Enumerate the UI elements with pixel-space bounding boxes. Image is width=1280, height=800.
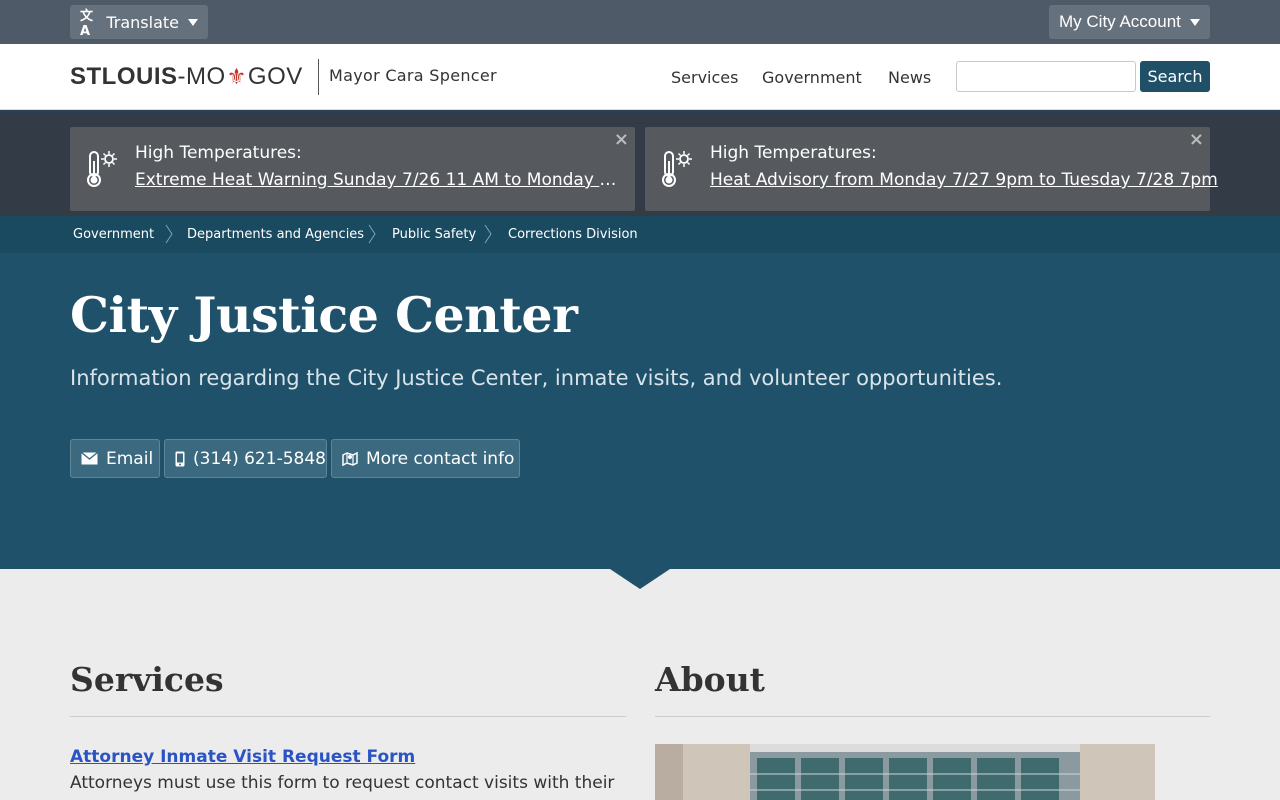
map-icon (342, 451, 358, 466)
email-label: Email (106, 448, 154, 469)
page-title: City Justice Center (70, 286, 578, 344)
alert-title: High Temperatures: (710, 143, 877, 163)
search-input[interactable] (956, 61, 1136, 92)
service-link[interactable]: Attorney Inmate Visit Request Form (70, 747, 415, 767)
close-icon[interactable]: × (614, 129, 629, 150)
caret-down-icon (188, 18, 198, 26)
caret-down-icon (1189, 18, 1200, 26)
alert-band: High Temperatures: Extreme Heat Warning … (0, 110, 1280, 216)
phone-button[interactable]: (314) 621-5848 (164, 439, 327, 478)
fleur-de-lis-icon: ⚜ (226, 64, 247, 89)
breadcrumb-item[interactable]: Public Safety (392, 227, 476, 242)
breadcrumb-item[interactable]: Corrections Division (508, 227, 638, 242)
about-heading: About (655, 660, 765, 699)
services-heading: Services (70, 660, 224, 699)
nav-government[interactable]: Government (762, 68, 862, 87)
more-contact-info-button[interactable]: More contact info (331, 439, 520, 478)
chevron-right-icon (165, 224, 173, 244)
search-button[interactable]: Search (1140, 61, 1210, 92)
account-label: My City Account (1059, 12, 1181, 31)
thermometer-icon (662, 151, 692, 187)
hero-notch (610, 569, 670, 589)
hero-section: City Justice Center Information regardin… (0, 253, 1280, 569)
nav-services[interactable]: Services (671, 68, 738, 87)
divider (70, 716, 626, 717)
envelope-icon (81, 452, 98, 465)
alert-card: High Temperatures: Heat Advisory from Mo… (645, 127, 1218, 211)
chevron-right-icon (484, 224, 492, 244)
page-subtitle: Information regarding the City Justice C… (70, 366, 1003, 390)
service-description: Attorneys must use this form to request … (70, 773, 615, 793)
site-logo[interactable]: STLOUIS -MO ⚜ GOV (70, 63, 303, 91)
chevron-right-icon (368, 224, 376, 244)
mayor-link[interactable]: Mayor Cara Spencer (329, 66, 497, 85)
divider (655, 716, 1210, 717)
phone-icon (175, 451, 185, 466)
phone-label: (314) 621-5848 (193, 448, 326, 469)
breadcrumb-item[interactable]: Departments and Agencies (187, 227, 364, 242)
logo-divider (318, 59, 319, 95)
translate-button[interactable]: 文A Translate (70, 5, 208, 39)
alert-link[interactable]: Extreme Heat Warning Sunday 7/26 11 AM t… (135, 170, 620, 190)
translate-label: Translate (106, 12, 179, 32)
my-city-account-button[interactable]: My City Account (1049, 5, 1210, 39)
thermometer-icon (87, 151, 117, 187)
nav-news[interactable]: News (888, 68, 931, 87)
site-header: STLOUIS -MO ⚜ GOV Mayor Cara Spencer Servic… (0, 44, 1280, 110)
more-contact-label: More contact info (366, 448, 515, 469)
breadcrumb-item[interactable]: Government (73, 227, 154, 242)
breadcrumb: Government Departments and Agencies Publ… (0, 216, 1280, 253)
alert-title: High Temperatures: (135, 143, 302, 163)
utility-bar: 文A Translate My City Account (0, 0, 1280, 44)
building-photo (655, 744, 1155, 800)
alert-card: High Temperatures: Extreme Heat Warning … (70, 127, 635, 211)
translate-icon: 文A (80, 9, 94, 39)
alert-link[interactable]: Heat Advisory from Monday 7/27 9pm to Tu… (710, 170, 1218, 190)
email-button[interactable]: Email (70, 439, 160, 478)
close-icon[interactable]: × (1189, 129, 1204, 150)
